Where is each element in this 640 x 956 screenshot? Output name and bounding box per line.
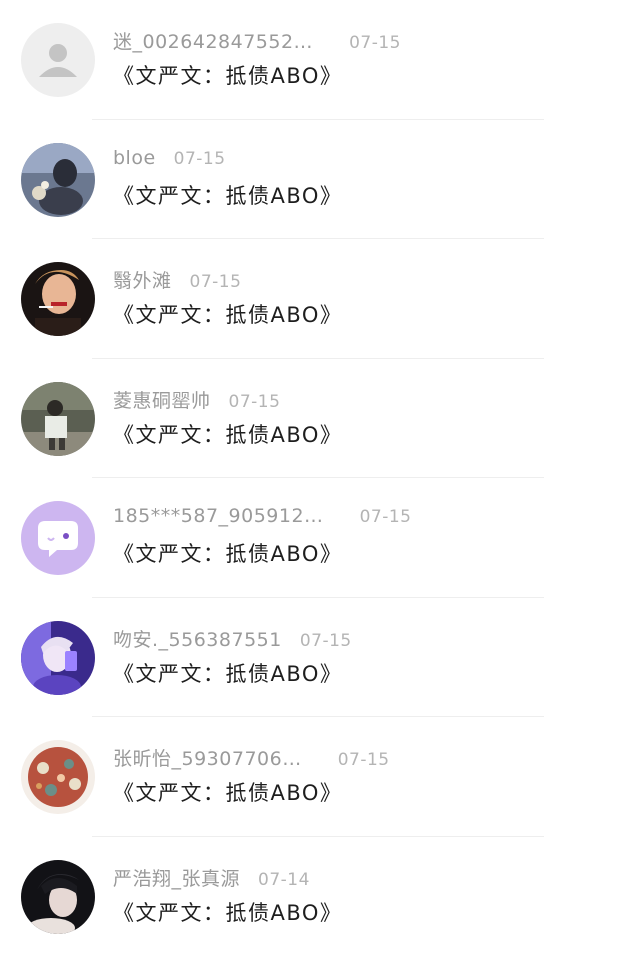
username[interactable]: 严浩翔_张真源 <box>113 868 240 890</box>
comment-meta: bloe 07-15 <box>113 147 226 169</box>
photo-avatar <box>21 740 95 814</box>
comment-text: 《文严文：抵债ABO》 <box>113 299 342 329</box>
avatar[interactable] <box>21 621 95 695</box>
username[interactable]: bloe <box>113 147 156 169</box>
default-user-icon <box>21 23 95 97</box>
comment-date: 07-15 <box>300 631 352 651</box>
avatar[interactable] <box>21 860 95 934</box>
comment-row[interactable]: 185***587_905912… 07-15 《文严文：抵债ABO》 <box>0 478 640 598</box>
comment-meta: 张昕怡_59307706… 07-15 <box>113 744 390 771</box>
comment-date: 07-14 <box>258 870 310 890</box>
avatar[interactable] <box>21 382 95 456</box>
comment-date: 07-15 <box>349 33 401 53</box>
comment-text: 《文严文：抵债ABO》 <box>113 419 342 449</box>
comment-meta: 翳外滩 07-15 <box>113 266 241 293</box>
chat-bubble-icon <box>21 501 95 575</box>
comment-date: 07-15 <box>174 149 226 169</box>
comment-meta: 菱惠硐罂帅 07-15 <box>113 386 280 413</box>
comment-meta: 吻安._556387551 07-15 <box>113 625 352 652</box>
comment-row[interactable]: 张昕怡_59307706… 07-15 《文严文：抵债ABO》 <box>0 717 640 837</box>
comment-date: 07-15 <box>190 272 242 292</box>
photo-avatar <box>21 860 95 934</box>
comment-list: 迷_002642847552… 07-15 《文严文：抵债ABO》 bloe 07-… <box>0 0 640 956</box>
comment-text: 《文严文：抵债ABO》 <box>113 60 342 90</box>
comment-date: 07-15 <box>338 750 390 770</box>
comment-row[interactable]: 翳外滩 07-15 《文严文：抵债ABO》 <box>0 239 640 359</box>
comment-date: 07-15 <box>360 507 412 527</box>
username[interactable]: 翳外滩 <box>113 270 172 292</box>
username[interactable]: 张昕怡_59307706… <box>113 748 302 770</box>
photo-avatar <box>21 382 95 456</box>
comment-text: 《文严文：抵债ABO》 <box>113 658 342 688</box>
comment-meta: 严浩翔_张真源 07-14 <box>113 864 310 891</box>
comment-row[interactable]: 严浩翔_张真源 07-14 《文严文：抵债ABO》 <box>0 837 640 956</box>
username[interactable]: 菱惠硐罂帅 <box>113 390 211 412</box>
photo-avatar <box>21 262 95 336</box>
comment-meta: 185***587_905912… 07-15 <box>113 505 411 527</box>
username[interactable]: 185***587_905912… <box>113 505 324 527</box>
comment-row[interactable]: 菱惠硐罂帅 07-15 《文严文：抵债ABO》 <box>0 359 640 479</box>
avatar[interactable] <box>21 23 95 97</box>
comment-text: 《文严文：抵债ABO》 <box>113 897 342 927</box>
avatar[interactable] <box>21 501 95 575</box>
avatar[interactable] <box>21 740 95 814</box>
comment-row[interactable]: bloe 07-15 《文严文：抵债ABO》 <box>0 120 640 240</box>
comment-meta: 迷_002642847552… 07-15 <box>113 27 401 54</box>
comment-text: 《文严文：抵债ABO》 <box>113 777 342 807</box>
comment-row[interactable]: 迷_002642847552… 07-15 《文严文：抵债ABO》 <box>0 0 640 120</box>
photo-avatar <box>21 143 95 217</box>
comment-row[interactable]: 吻安._556387551 07-15 《文严文：抵债ABO》 <box>0 598 640 718</box>
username[interactable]: 迷_002642847552… <box>113 31 313 53</box>
comment-text: 《文严文：抵债ABO》 <box>113 538 342 568</box>
avatar[interactable] <box>21 143 95 217</box>
comment-text: 《文严文：抵债ABO》 <box>113 180 342 210</box>
photo-avatar <box>21 621 95 695</box>
avatar[interactable] <box>21 262 95 336</box>
username[interactable]: 吻安._556387551 <box>113 629 282 651</box>
comment-date: 07-15 <box>229 392 281 412</box>
